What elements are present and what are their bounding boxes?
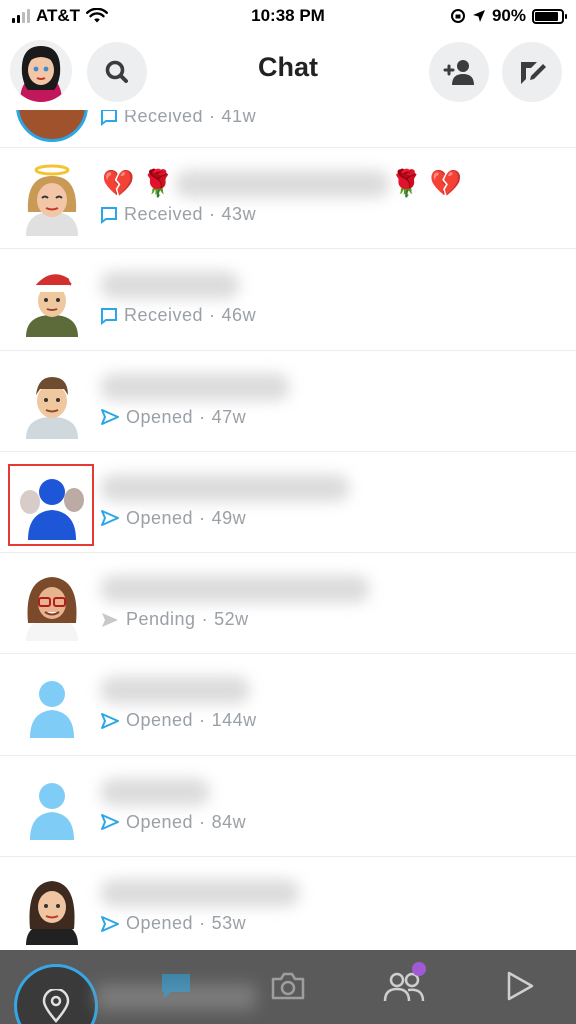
blurred-name [100,271,240,300]
status-separator: · [199,710,206,731]
chat-row[interactable]: 💔 🌹 🌹 💔 Received · 43w [0,148,576,250]
opened-chat-icon [101,510,119,527]
opened-chat-icon [101,409,119,426]
chat-age: 47w [211,406,247,427]
status-label: Received [124,305,204,326]
friends-tab[interactable] [378,960,430,1012]
chat-age: 84w [211,811,247,832]
status-separator: · [201,609,209,630]
chat-row[interactable]: Received · 46w [0,249,576,351]
chat-header: Chat [0,34,576,110]
bitmoji-avatar-icon [26,274,79,338]
friend-avatar [16,871,88,946]
opened-chat-icon [101,915,119,932]
chat-status: Opened · 47w [100,407,246,428]
new-chat-icon [521,62,546,84]
received-chat-icon [101,108,117,126]
blurred-name [175,170,390,198]
default-avatar-icon [30,782,74,840]
blurred-name [100,676,250,705]
status-label: Opened [126,710,194,731]
add-friend-button[interactable] [429,42,489,102]
friend-avatar [16,567,88,642]
chat-status: Pending · 52w [100,609,249,630]
page-title: Chat [258,52,318,82]
location-arrow-icon [472,10,485,22]
chat-row[interactable]: Pending · 52w [0,553,576,655]
bitmoji-avatar-icon [26,577,78,642]
discover-tab[interactable] [494,960,546,1012]
chat-age: 144w [211,710,257,731]
add-friend-icon [443,60,474,85]
friend-avatar [16,263,88,338]
blurred-name [100,777,210,806]
blurred-name [100,879,300,908]
friend-avatar [16,162,88,236]
blurred-name [100,575,370,604]
pending-chat-icon [102,612,118,627]
chat-status: Opened · 144w [100,710,257,731]
bitmoji-avatar-icon [26,164,78,236]
chat-age: 52w [214,609,249,630]
chat-status: Received · 43w [100,204,256,225]
discover-icon [507,971,534,1001]
status-separator: · [199,406,206,427]
battery-percent: 90% [491,6,526,25]
snapchat-chat-screen: AT&T 10:38 PM 90% Chat Received · 41w 💔 … [0,0,576,1024]
chat-status: Opened · 53w [100,913,246,934]
highlight-annotation [8,464,94,546]
chat-age: 53w [211,913,247,934]
chat-tab[interactable] [150,960,202,1012]
name-emoji-left: 💔 🌹 [102,168,174,198]
status-separator: · [209,305,216,326]
friend-avatar [16,668,88,742]
status-separator: · [199,913,206,934]
bottom-navigation [0,950,576,1024]
chat-status: Received · 46w [100,305,256,326]
map-button[interactable] [14,964,98,1024]
status-label: Opened [126,406,194,427]
map-icon [42,989,70,1023]
received-chat-icon [101,206,117,224]
blurred-name [100,372,290,401]
name-emoji-right: 🌹 💔 [390,168,462,198]
notification-badge [412,962,426,976]
status-separator: · [199,811,206,832]
rotation-lock-icon [450,9,465,23]
status-bar: AT&T 10:38 PM 90% [0,0,576,34]
status-separator: · [199,507,206,528]
status-label: Pending [126,609,196,630]
bitmoji-avatar-icon [26,881,78,946]
received-chat-icon [101,307,117,325]
chat-age: 46w [221,305,257,326]
camera-icon [271,972,305,1000]
bitmoji-avatar-icon [26,376,78,439]
chat-row[interactable]: Opened · 144w [0,654,576,756]
chat-row[interactable]: Opened · 53w [0,857,576,959]
default-avatar-icon [30,681,74,739]
chat-status: Opened · 84w [100,812,246,833]
chat-age: 43w [221,204,257,224]
camera-tab[interactable] [262,960,314,1012]
blurred-name [100,473,350,502]
friend-avatar [16,770,88,844]
status-right: 90% [450,6,567,26]
opened-chat-icon [101,712,119,729]
status-label: Opened [126,913,194,934]
chat-icon [162,974,190,998]
chat-age: 49w [211,507,247,528]
status-label: Received [124,204,204,224]
chat-row[interactable]: Opened · 84w [0,755,576,858]
new-chat-button[interactable] [502,42,562,102]
battery-icon [532,8,567,24]
status-label: Opened [126,811,194,832]
friend-avatar [16,365,88,439]
status-label: Opened [126,507,194,528]
opened-chat-icon [101,814,119,831]
chat-status: Opened · 49w [100,508,246,529]
status-separator: · [209,204,216,224]
chat-row[interactable]: Opened · 47w [0,350,576,452]
